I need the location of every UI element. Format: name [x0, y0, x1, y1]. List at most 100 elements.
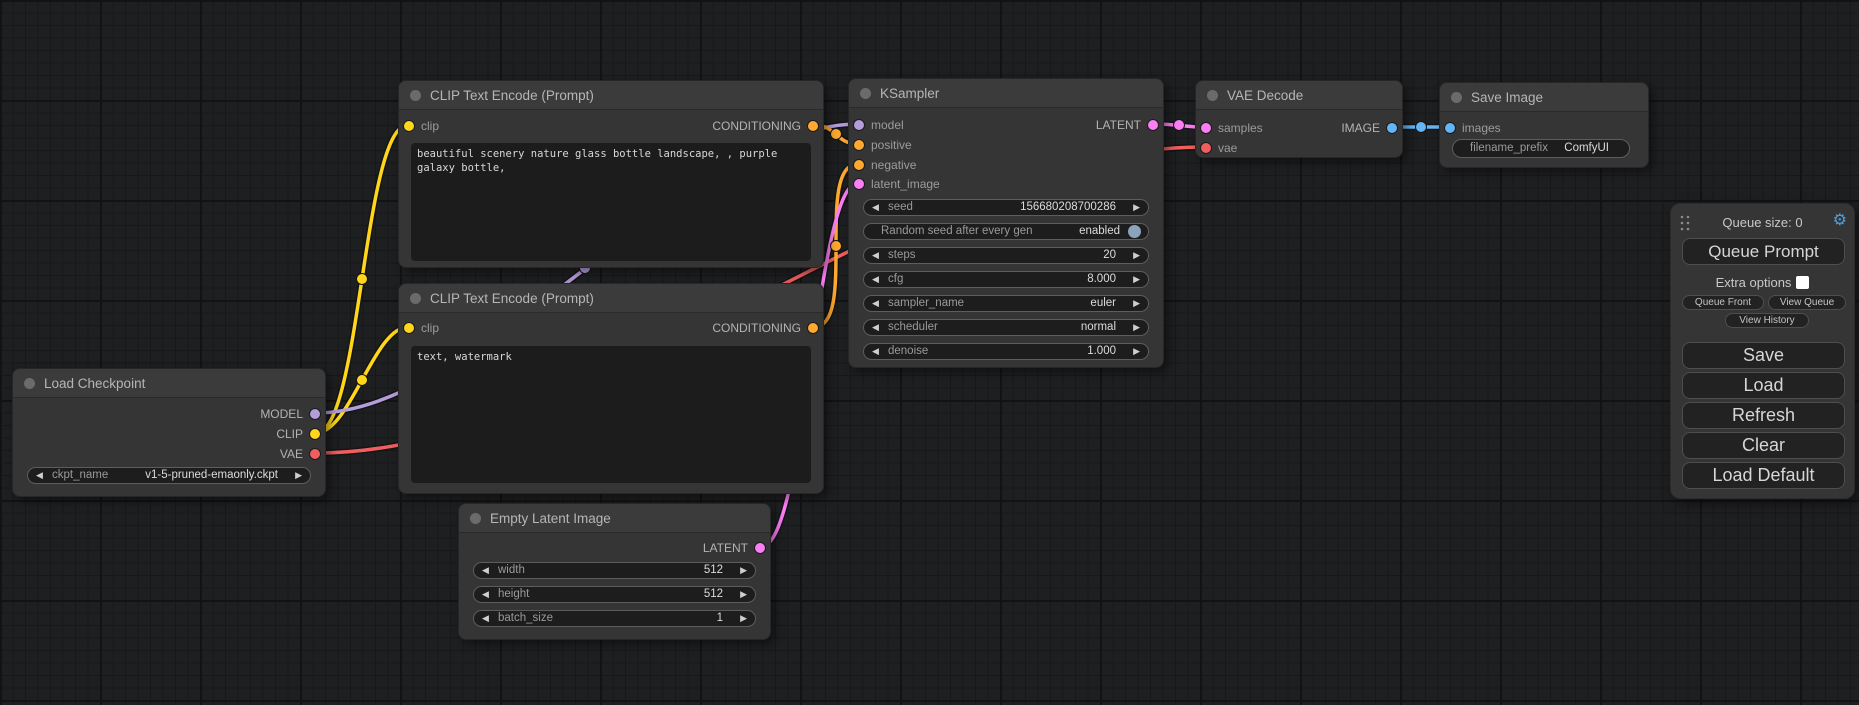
input-label: vae [1218, 141, 1237, 155]
input-port-images[interactable] [1445, 123, 1455, 133]
output-port-conditioning[interactable] [808, 121, 818, 131]
node-title: KSampler [880, 86, 939, 101]
node-collapse-dot-icon[interactable] [410, 293, 421, 304]
input-label: images [1462, 121, 1501, 135]
output-port-latent[interactable] [1148, 120, 1158, 130]
input-port-negative[interactable] [854, 160, 864, 170]
prompt-textarea[interactable]: text, watermark [411, 346, 811, 483]
decrement-arrow-icon[interactable]: ◀ [872, 321, 879, 334]
widget-width[interactable]: ◀ width 512 ▶ [473, 562, 756, 579]
widget-sampler-name[interactable]: ◀ sampler_name euler ▶ [863, 295, 1149, 312]
queue-front-button[interactable]: Queue Front [1682, 295, 1764, 310]
widget-scheduler[interactable]: ◀ scheduler normal ▶ [863, 319, 1149, 336]
node-ksampler[interactable]: KSampler model positive negative latent_… [848, 78, 1164, 368]
extra-options-checkbox[interactable] [1796, 276, 1809, 289]
node-collapse-dot-icon[interactable] [1451, 92, 1462, 103]
increment-arrow-icon[interactable]: ▶ [1133, 321, 1140, 334]
node-collapse-dot-icon[interactable] [470, 513, 481, 524]
node-clip-text-encode-negative[interactable]: CLIP Text Encode (Prompt) clip CONDITION… [398, 283, 824, 494]
node-collapse-dot-icon[interactable] [1207, 90, 1218, 101]
decrement-arrow-icon[interactable]: ◀ [872, 249, 879, 262]
node-header[interactable]: Empty Latent Image [459, 504, 770, 533]
widget-batch-size[interactable]: ◀ batch_size 1 ▶ [473, 610, 756, 627]
load-button[interactable]: Load [1682, 372, 1845, 399]
widget-random-seed-toggle[interactable]: Random seed after every gen enabled [863, 223, 1149, 240]
link-midpoint-dot [831, 241, 842, 252]
input-label: model [871, 118, 904, 132]
input-port-clip[interactable] [404, 121, 414, 131]
widget-filename-prefix[interactable]: filename_prefix ComfyUI [1452, 139, 1630, 158]
node-clip-text-encode-positive[interactable]: CLIP Text Encode (Prompt) clip CONDITION… [398, 80, 824, 268]
increment-arrow-icon[interactable]: ▶ [1133, 273, 1140, 286]
increment-arrow-icon[interactable]: ▶ [1133, 297, 1140, 310]
increment-arrow-icon[interactable]: ▶ [740, 612, 747, 625]
output-label: MODEL [260, 407, 303, 421]
queue-prompt-button[interactable]: Queue Prompt [1682, 238, 1845, 265]
decrement-arrow-icon[interactable]: ◀ [36, 469, 43, 482]
input-port-clip[interactable] [404, 323, 414, 333]
widget-height[interactable]: ◀ height 512 ▶ [473, 586, 756, 603]
output-port-latent[interactable] [755, 543, 765, 553]
decrement-arrow-icon[interactable]: ◀ [872, 273, 879, 286]
increment-arrow-icon[interactable]: ▶ [1133, 345, 1140, 358]
node-header[interactable]: Save Image [1440, 83, 1648, 112]
node-collapse-dot-icon[interactable] [24, 378, 35, 389]
link-midpoint-dot [1416, 122, 1427, 133]
decrement-arrow-icon[interactable]: ◀ [482, 564, 489, 577]
output-label: VAE [280, 447, 303, 461]
decrement-arrow-icon[interactable]: ◀ [482, 588, 489, 601]
increment-arrow-icon[interactable]: ▶ [1133, 201, 1140, 214]
decrement-arrow-icon[interactable]: ◀ [872, 297, 879, 310]
widget-seed[interactable]: ◀ seed 156680208700286 ▶ [863, 199, 1149, 216]
output-port-image[interactable] [1387, 123, 1397, 133]
node-empty-latent-image[interactable]: Empty Latent Image LATENT ◀ width 512 ▶ … [458, 503, 771, 640]
input-port-model[interactable] [854, 120, 864, 130]
decrement-arrow-icon[interactable]: ◀ [482, 612, 489, 625]
output-label: CONDITIONING [712, 321, 801, 335]
input-port-vae[interactable] [1201, 143, 1211, 153]
node-graph-canvas[interactable]: Load Checkpoint MODEL CLIP VAE ◀ ckpt_na… [0, 0, 1859, 705]
view-history-button[interactable]: View History [1725, 313, 1809, 328]
increment-arrow-icon[interactable]: ▶ [295, 469, 302, 482]
output-port-vae[interactable] [310, 449, 320, 459]
node-save-image[interactable]: Save Image images filename_prefix ComfyU… [1439, 82, 1649, 168]
settings-gear-icon[interactable]: ⚙ [1833, 210, 1847, 230]
queue-menu-panel[interactable]: Queue size: 0 ⚙ Queue Prompt Extra optio… [1670, 203, 1855, 499]
widget-denoise[interactable]: ◀ denoise 1.000 ▶ [863, 343, 1149, 360]
refresh-button[interactable]: Refresh [1682, 402, 1845, 429]
node-vae-decode[interactable]: VAE Decode samples vae IMAGE [1195, 80, 1403, 158]
widget-steps[interactable]: ◀ steps 20 ▶ [863, 247, 1149, 264]
input-port-samples[interactable] [1201, 123, 1211, 133]
widget-ckpt-name[interactable]: ◀ ckpt_name v1-5-pruned-emaonly.ckpt ▶ [27, 467, 311, 484]
toggle-circle-icon[interactable] [1128, 225, 1141, 238]
increment-arrow-icon[interactable]: ▶ [1133, 249, 1140, 262]
node-load-checkpoint[interactable]: Load Checkpoint MODEL CLIP VAE ◀ ckpt_na… [12, 368, 326, 497]
output-port-model[interactable] [310, 409, 320, 419]
node-collapse-dot-icon[interactable] [410, 90, 421, 101]
load-default-button[interactable]: Load Default [1682, 462, 1845, 489]
increment-arrow-icon[interactable]: ▶ [740, 588, 747, 601]
input-label: clip [421, 119, 439, 133]
prompt-textarea[interactable]: beautiful scenery nature glass bottle la… [411, 143, 811, 261]
node-header[interactable]: Load Checkpoint [13, 369, 325, 398]
output-port-conditioning[interactable] [808, 323, 818, 333]
widget-cfg[interactable]: ◀ cfg 8.000 ▶ [863, 271, 1149, 288]
increment-arrow-icon[interactable]: ▶ [740, 564, 747, 577]
node-title: CLIP Text Encode (Prompt) [430, 88, 594, 103]
input-port-latent-image[interactable] [854, 179, 864, 189]
output-port-clip[interactable] [310, 429, 320, 439]
input-port-positive[interactable] [854, 140, 864, 150]
decrement-arrow-icon[interactable]: ◀ [872, 201, 879, 214]
node-header[interactable]: CLIP Text Encode (Prompt) [399, 284, 823, 313]
node-header[interactable]: CLIP Text Encode (Prompt) [399, 81, 823, 110]
node-header[interactable]: VAE Decode [1196, 81, 1402, 110]
output-label: CONDITIONING [712, 119, 801, 133]
clear-button[interactable]: Clear [1682, 432, 1845, 459]
view-queue-button[interactable]: View Queue [1768, 295, 1846, 310]
queue-size-label: Queue size: 0 [1671, 215, 1854, 230]
node-title: CLIP Text Encode (Prompt) [430, 291, 594, 306]
node-header[interactable]: KSampler [849, 79, 1163, 108]
save-button[interactable]: Save [1682, 342, 1845, 369]
node-collapse-dot-icon[interactable] [860, 88, 871, 99]
decrement-arrow-icon[interactable]: ◀ [872, 345, 879, 358]
